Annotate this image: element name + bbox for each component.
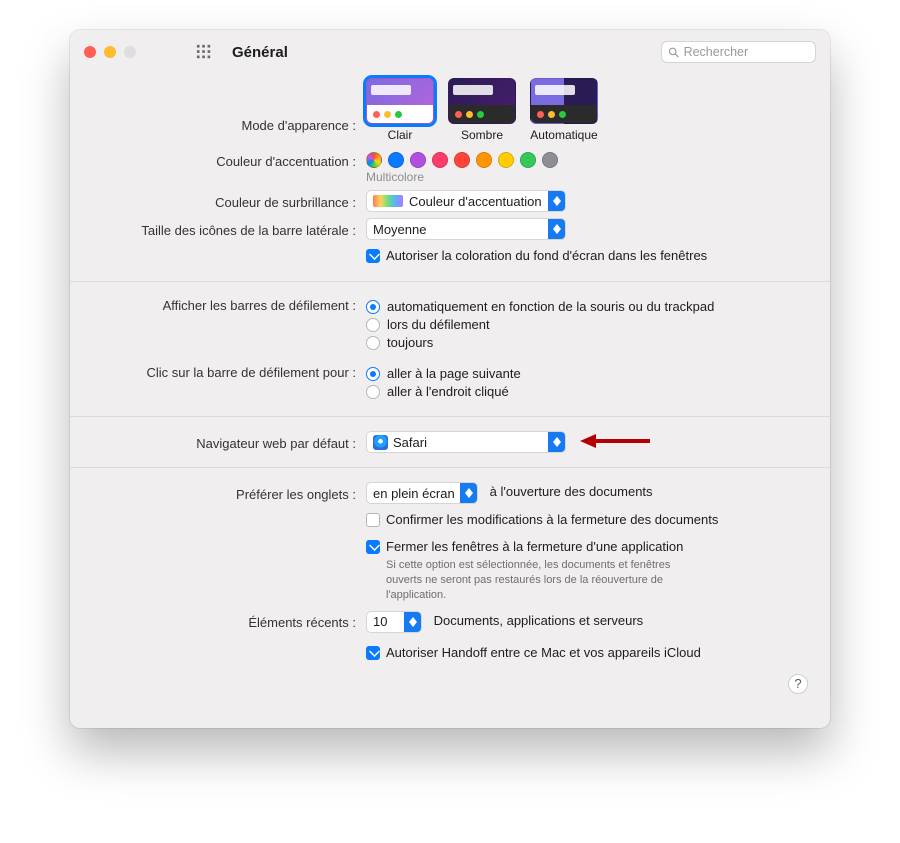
close-window-button[interactable]	[84, 46, 96, 58]
accent-blue[interactable]	[388, 152, 404, 168]
search-input[interactable]	[684, 45, 809, 59]
appearance-dark-label: Sombre	[461, 128, 503, 142]
highlight-color-label: Couleur de surbrillance :	[88, 193, 366, 210]
system-preferences-general-window: Général Mode d'apparence : Clair Sombre	[70, 30, 830, 728]
appearance-auto-label: Automatique	[530, 128, 597, 142]
scrollbars-label: Afficher les barres de défilement :	[88, 296, 366, 313]
scroll-click-pos-radio[interactable]: aller à l'endroit cliqué	[366, 384, 812, 399]
checkbox-icon	[366, 646, 380, 660]
confirm-close-label: Confirmer les modifications à la fermetu…	[386, 512, 718, 527]
accent-gray[interactable]	[542, 152, 558, 168]
sidebar-size-select[interactable]: Moyenne	[366, 218, 566, 240]
checkbox-icon	[366, 249, 380, 263]
help-button[interactable]: ?	[788, 674, 808, 694]
confirm-close-checkbox[interactable]: Confirmer les modifications à la fermetu…	[366, 512, 812, 527]
allow-wallpaper-tint-checkbox[interactable]: Autoriser la coloration du fond d'écran …	[366, 248, 812, 263]
scroll-always-label: toujours	[387, 335, 433, 350]
accent-red[interactable]	[454, 152, 470, 168]
recent-items-suffix: Documents, applications et serveurs	[434, 613, 644, 628]
stepper-icon	[404, 612, 421, 632]
show-all-prefs-button[interactable]	[196, 44, 212, 60]
accent-color-sublabel: Multicolore	[366, 170, 812, 184]
appearance-label: Mode d'apparence :	[88, 78, 366, 133]
accent-multicolor[interactable]	[366, 152, 382, 168]
accent-purple[interactable]	[410, 152, 426, 168]
handoff-checkbox[interactable]: Autoriser Handoff entre ce Mac et vos ap…	[366, 645, 812, 660]
scroll-auto-radio[interactable]: automatiquement en fonction de la souris…	[366, 299, 812, 314]
scroll-click-next-label: aller à la page suivante	[387, 366, 521, 381]
radio-icon	[366, 300, 380, 314]
radio-icon	[366, 336, 380, 350]
highlight-color-value: Couleur d'accentuation	[409, 194, 542, 209]
scroll-click-next-radio[interactable]: aller à la page suivante	[366, 366, 812, 381]
accent-orange[interactable]	[476, 152, 492, 168]
accent-pink[interactable]	[432, 152, 448, 168]
appearance-auto[interactable]: Automatique	[530, 78, 598, 142]
scroll-click-label: Clic sur la barre de défilement pour :	[88, 363, 366, 380]
prefer-tabs-suffix: à l'ouverture des documents	[490, 484, 653, 499]
prefer-tabs-label: Préférer les onglets :	[88, 485, 366, 502]
titlebar: Général	[70, 30, 830, 74]
default-browser-label: Navigateur web par défaut :	[88, 434, 366, 451]
scroll-click-pos-label: aller à l'endroit cliqué	[387, 384, 509, 399]
radio-icon	[366, 385, 380, 399]
scroll-auto-label: automatiquement en fonction de la souris…	[387, 299, 714, 314]
sidebar-size-label: Taille des icônes de la barre latérale :	[88, 221, 366, 238]
radio-icon	[366, 318, 380, 332]
scroll-when-scrolling-label: lors du défilement	[387, 317, 490, 332]
accent-color-swatches	[366, 152, 812, 168]
close-windows-label: Fermer les fenêtres à la fermeture d'une…	[386, 539, 683, 554]
stepper-icon	[548, 191, 565, 211]
search-icon	[668, 46, 680, 59]
accent-yellow[interactable]	[498, 152, 514, 168]
scroll-when-scrolling-radio[interactable]: lors du défilement	[366, 317, 812, 332]
allow-wallpaper-tint-label: Autoriser la coloration du fond d'écran …	[386, 248, 707, 263]
traffic-lights	[84, 46, 136, 58]
close-windows-help: Si cette option est sélectionnée, les do…	[386, 558, 706, 603]
safari-icon	[373, 435, 388, 450]
zoom-window-button[interactable]	[124, 46, 136, 58]
highlight-color-select[interactable]: Couleur d'accentuation	[366, 190, 566, 212]
stepper-icon	[548, 432, 565, 452]
radio-icon	[366, 367, 380, 381]
window-title: Général	[232, 44, 288, 61]
content-area: Mode d'apparence : Clair Sombre Automati…	[70, 74, 830, 704]
appearance-light-label: Clair	[388, 128, 413, 142]
recent-items-select[interactable]: 10	[366, 611, 422, 633]
scroll-always-radio[interactable]: toujours	[366, 335, 812, 350]
recent-items-value: 10	[373, 614, 387, 629]
recent-items-label: Éléments récents :	[88, 613, 366, 630]
appearance-dark[interactable]: Sombre	[448, 78, 516, 142]
accent-green[interactable]	[520, 152, 536, 168]
search-field[interactable]	[661, 41, 816, 63]
prefer-tabs-select[interactable]: en plein écran	[366, 482, 478, 504]
close-windows-checkbox[interactable]: Fermer les fenêtres à la fermeture d'une…	[366, 539, 812, 554]
sidebar-size-value: Moyenne	[373, 222, 426, 237]
annotation-arrow	[580, 432, 652, 453]
appearance-light[interactable]: Clair	[366, 78, 434, 142]
checkbox-icon	[366, 540, 380, 554]
default-browser-select[interactable]: Safari	[366, 431, 566, 453]
minimize-window-button[interactable]	[104, 46, 116, 58]
stepper-icon	[548, 219, 565, 239]
checkbox-icon	[366, 513, 380, 527]
handoff-label: Autoriser Handoff entre ce Mac et vos ap…	[386, 645, 701, 660]
default-browser-value: Safari	[393, 435, 427, 450]
stepper-icon	[460, 483, 477, 503]
accent-color-label: Couleur d'accentuation :	[88, 152, 366, 169]
prefer-tabs-value: en plein écran	[373, 486, 455, 501]
